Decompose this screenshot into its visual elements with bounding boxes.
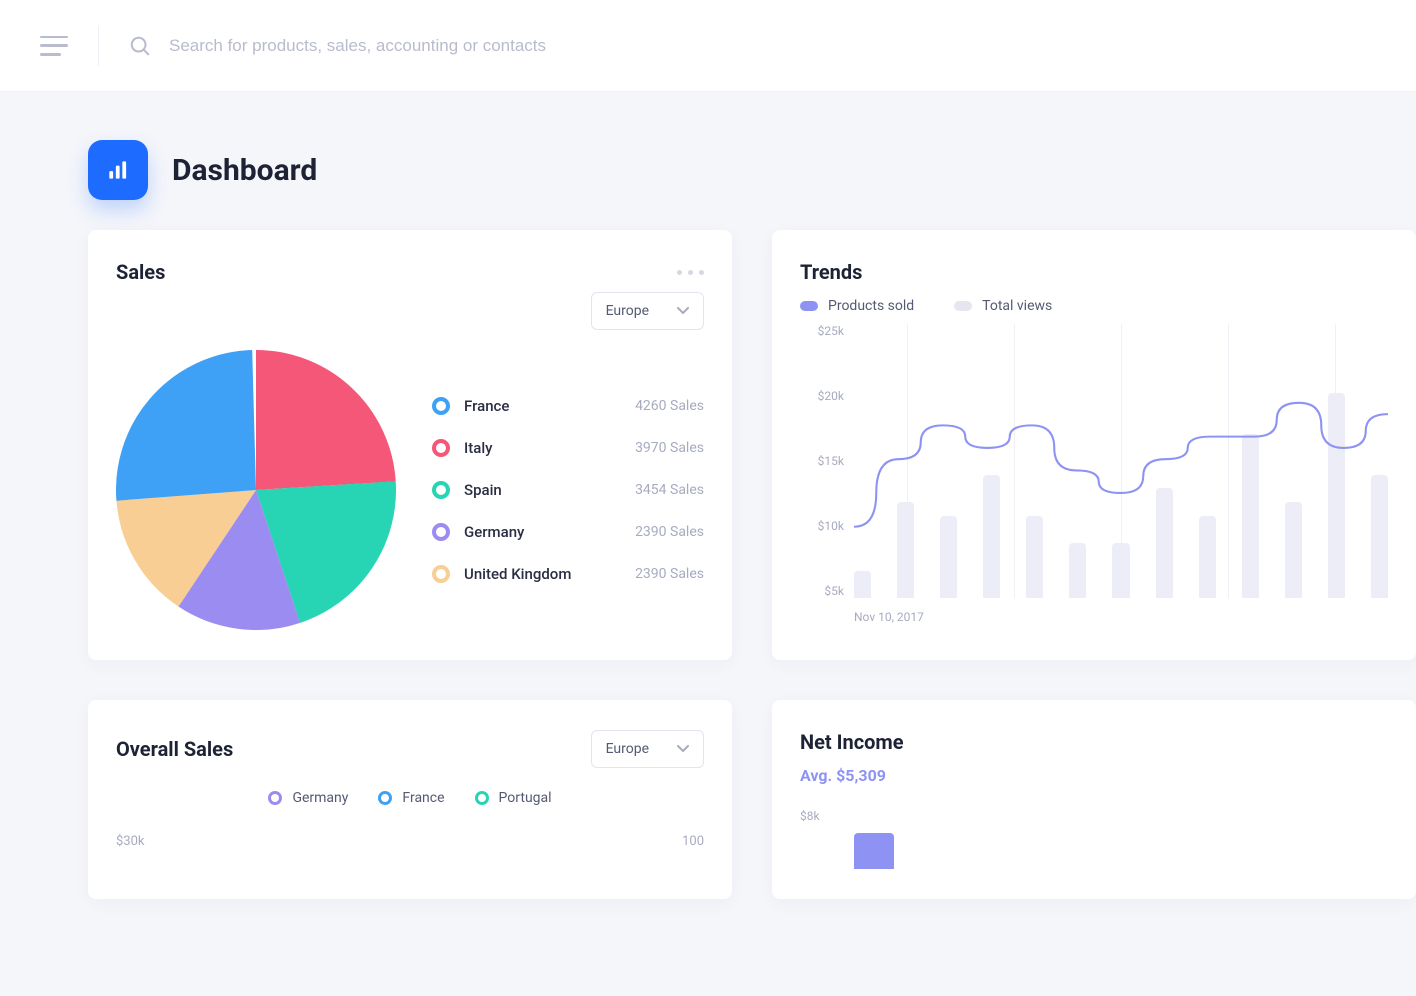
sales-value: 3454 Sales <box>635 482 704 498</box>
legend-ring-icon <box>268 791 282 805</box>
trends-legend: Products sold Total views <box>800 298 1388 314</box>
legend-swatch-icon <box>800 301 818 311</box>
sales-pie-chart <box>116 350 396 630</box>
page-title-row: Dashboard <box>0 92 1416 230</box>
country-label: France <box>464 397 635 415</box>
list-item: Spain 3454 Sales <box>432 481 704 499</box>
sales-region-select[interactable]: Europe <box>591 292 704 330</box>
y-tick: $8k <box>800 809 820 823</box>
menu-icon[interactable] <box>40 36 68 56</box>
chevron-down-icon <box>677 307 689 315</box>
search-icon <box>129 35 151 57</box>
legend-swatch-icon <box>954 301 972 311</box>
country-label: Italy <box>464 439 635 457</box>
line-series <box>854 324 1388 549</box>
overall-title: Overall Sales <box>116 737 233 761</box>
country-label: Spain <box>464 481 635 499</box>
trends-card: Trends Products sold Total views $25k $2… <box>772 230 1416 660</box>
net-income-avg: Avg. $5,309 <box>800 766 1388 785</box>
legend-ring-icon <box>378 791 392 805</box>
list-item: Germany 2390 Sales <box>432 523 704 541</box>
divider <box>98 26 99 66</box>
sales-region-value: Europe <box>606 303 649 319</box>
overall-axis: $30k 100 <box>116 834 704 849</box>
legend-ring-icon <box>432 565 450 583</box>
list-item: United Kingdom 2390 Sales <box>432 565 704 583</box>
x-tick: Nov 10, 2017 <box>854 610 924 624</box>
search-input[interactable] <box>169 36 1376 56</box>
y-tick: $15k <box>800 454 844 468</box>
y-tick: $25k <box>800 324 844 338</box>
sales-value: 2390 Sales <box>635 566 704 582</box>
overall-region-value: Europe <box>606 741 649 757</box>
legend-ring-icon <box>432 523 450 541</box>
sales-card: Sales Europe <box>88 230 732 660</box>
trends-title: Trends <box>800 260 1388 284</box>
legend-ring-icon <box>432 481 450 499</box>
dashboard-icon <box>88 140 148 200</box>
y-tick: $5k <box>800 584 844 598</box>
overall-legend: Germany France Portugal <box>116 790 704 806</box>
legend-label: Germany <box>292 790 348 806</box>
legend-ring-icon <box>475 791 489 805</box>
legend-ring-icon <box>432 397 450 415</box>
trends-chart: $25k $20k $15k $10k $5k Nov 10, 201 <box>800 324 1388 624</box>
legend-item: Portugal <box>475 790 552 806</box>
app-header <box>0 0 1416 92</box>
legend-label: Products sold <box>828 298 914 314</box>
country-label: Germany <box>464 523 635 541</box>
legend-ring-icon <box>432 439 450 457</box>
page-title: Dashboard <box>172 153 317 188</box>
y-tick: $20k <box>800 389 844 403</box>
net-income-chart: $8k <box>800 809 1388 869</box>
legend-item: Total views <box>954 298 1052 314</box>
y-axis: $25k $20k $15k $10k $5k <box>800 324 844 598</box>
sales-title: Sales <box>116 260 165 284</box>
legend-label: France <box>402 790 444 806</box>
sales-value: 2390 Sales <box>635 524 704 540</box>
axis-right: 100 <box>682 834 704 849</box>
list-item: France 4260 Sales <box>432 397 704 415</box>
axis-left: $30k <box>116 834 145 849</box>
y-tick: $10k <box>800 519 844 533</box>
legend-label: Total views <box>982 298 1052 314</box>
sales-value: 3970 Sales <box>635 440 704 456</box>
list-item: Italy 3970 Sales <box>432 439 704 457</box>
legend-item: France <box>378 790 444 806</box>
overall-region-select[interactable]: Europe <box>591 730 704 768</box>
chevron-down-icon <box>677 745 689 753</box>
net-income-card: Net Income Avg. $5,309 $8k <box>772 700 1416 899</box>
card-more-icon[interactable] <box>677 270 704 275</box>
country-label: United Kingdom <box>464 565 635 583</box>
sales-legend-list: France 4260 Sales Italy 3970 Sales Spain… <box>432 397 704 583</box>
overall-sales-card: Overall Sales Europe Germany France Port… <box>88 700 732 899</box>
net-income-bar <box>854 833 894 869</box>
legend-item: Germany <box>268 790 348 806</box>
legend-item: Products sold <box>800 298 914 314</box>
legend-label: Portugal <box>499 790 552 806</box>
sales-value: 4260 Sales <box>635 398 704 414</box>
net-income-title: Net Income <box>800 730 1388 754</box>
